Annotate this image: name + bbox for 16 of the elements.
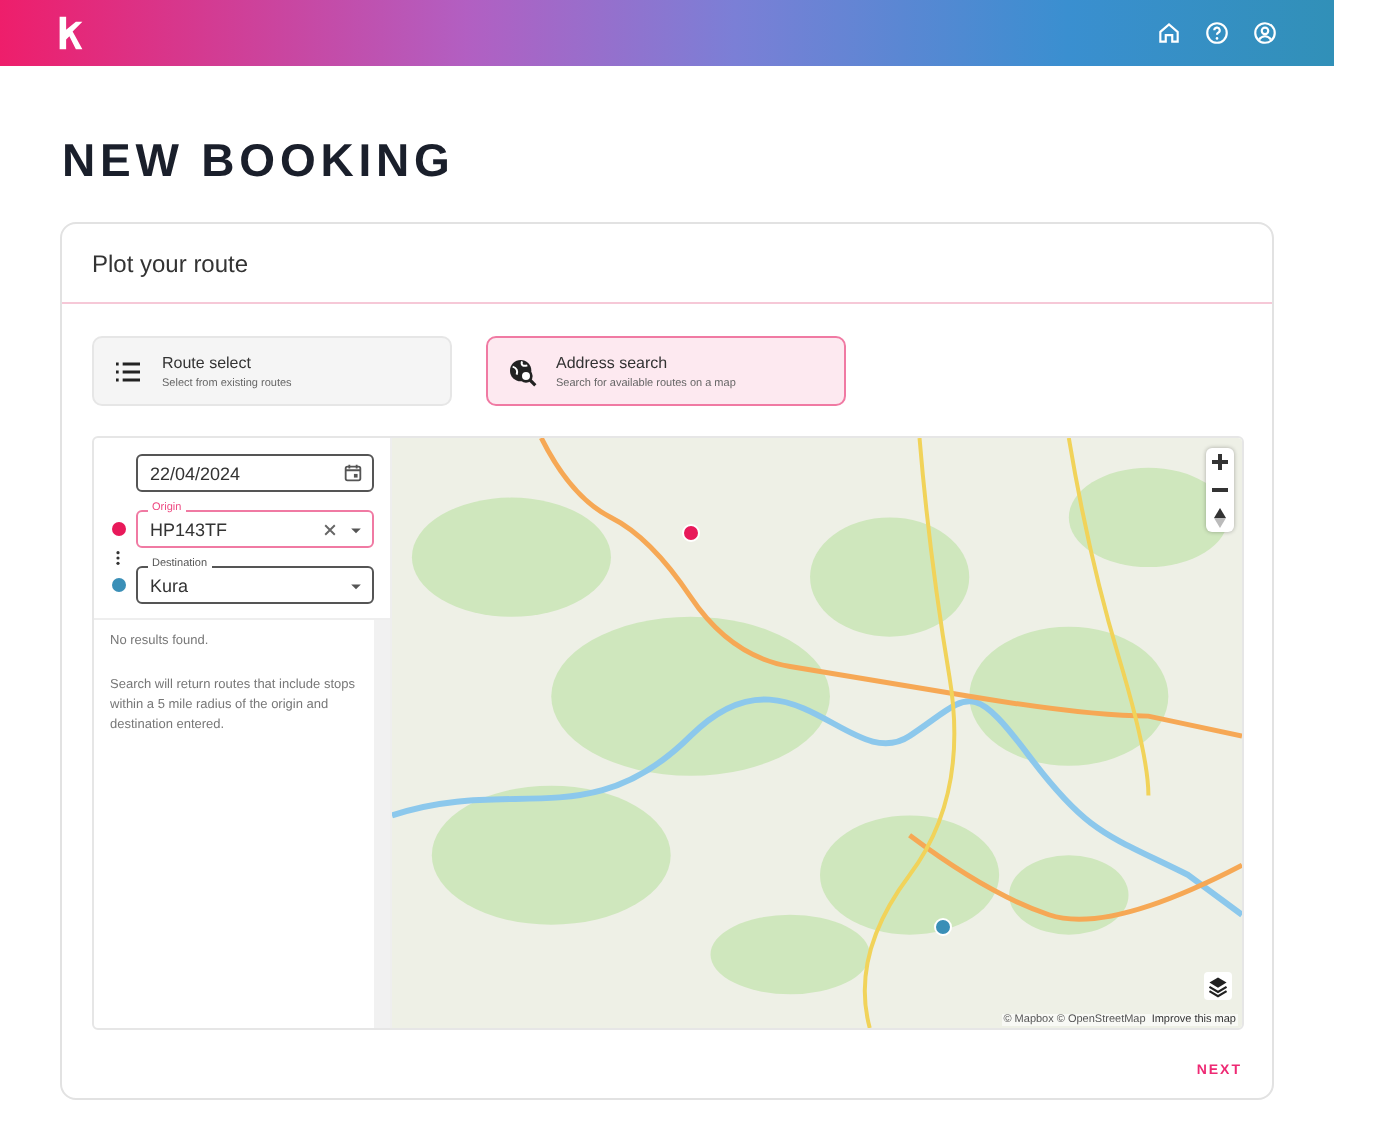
home-icon[interactable] <box>1156 20 1182 46</box>
option-title: Route select <box>162 353 253 371</box>
date-field[interactable]: 22/04/2024 <box>136 454 374 492</box>
calendar-icon[interactable] <box>342 462 364 484</box>
help-icon[interactable] <box>1204 20 1230 46</box>
layers-icon[interactable] <box>1204 972 1232 1000</box>
logo-icon[interactable] <box>58 16 84 50</box>
zoom-in-icon[interactable] <box>1206 448 1234 476</box>
page-title: NEW BOOKING <box>62 132 457 190</box>
option-title: Address search <box>556 353 670 371</box>
more-icon <box>114 549 122 565</box>
account-icon[interactable] <box>1252 20 1278 46</box>
globe-search-icon <box>506 355 538 387</box>
clear-icon[interactable] <box>322 521 338 537</box>
scrollbar[interactable] <box>374 620 390 1028</box>
card-title: Plot your route <box>92 249 249 277</box>
